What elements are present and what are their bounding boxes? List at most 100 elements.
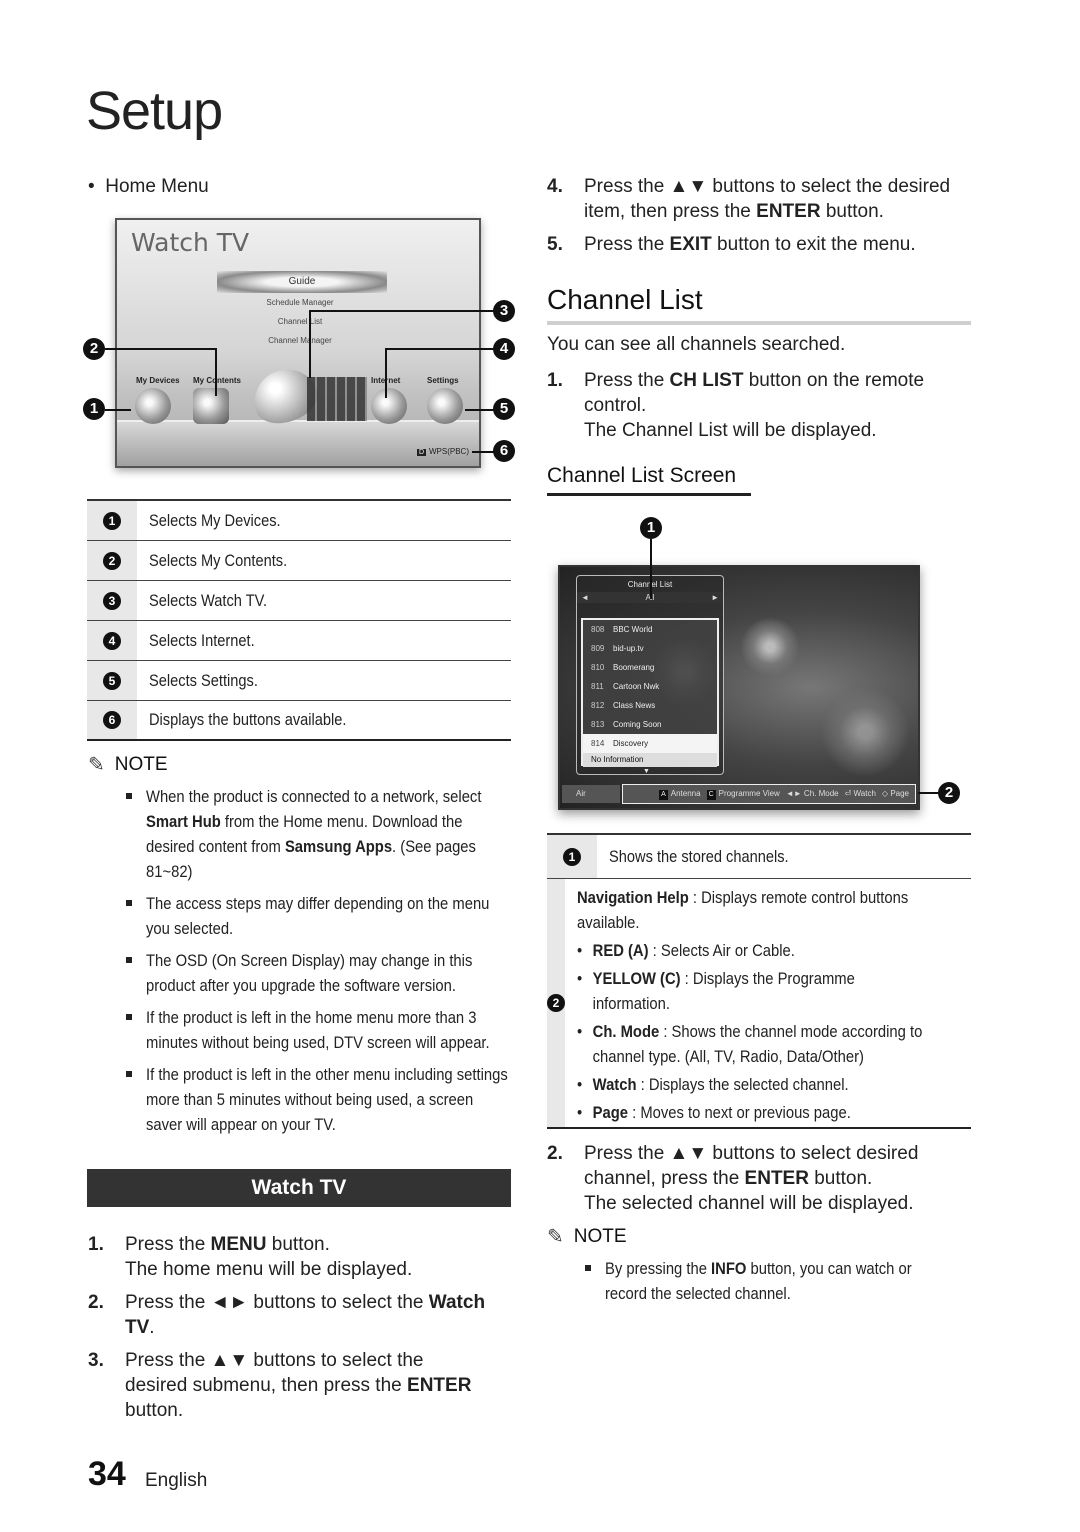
label-my-contents: My Contents bbox=[193, 376, 241, 385]
note-item: If the product is left in the other menu… bbox=[88, 1062, 518, 1137]
gear-icon bbox=[427, 388, 463, 424]
channel-row[interactable]: 812 Class News bbox=[583, 696, 717, 715]
callout-line bbox=[472, 451, 494, 453]
legend-row: 2 Selects My Contents. bbox=[87, 541, 511, 581]
callout-line bbox=[650, 539, 652, 599]
note-list: When the product is connected to a netwo… bbox=[88, 784, 518, 1144]
flower-image bbox=[740, 617, 800, 677]
channel-list-screenshot: Channel List ◄ All ► 808BBC World 809bid… bbox=[558, 565, 920, 810]
channel-row[interactable]: 810 Boomerang bbox=[583, 658, 717, 677]
help-antenna: A Antenna bbox=[659, 789, 701, 800]
right-arrow-icon[interactable]: ► bbox=[711, 593, 719, 602]
pencil-icon: ✎ bbox=[547, 1226, 564, 1248]
step-item: 4. Press the ▲▼ buttons to select the de… bbox=[547, 176, 951, 222]
bullet-icon: • bbox=[88, 176, 106, 197]
disc-icon bbox=[135, 388, 171, 424]
nav-help-bullet: • Watch : Displays the selected channel. bbox=[577, 1075, 849, 1094]
step-item: 1. Press the CH LIST button on the remot… bbox=[547, 370, 925, 441]
note-item: If the product is left in the home menu … bbox=[88, 1005, 518, 1055]
scroll-down-icon[interactable]: ▼ bbox=[643, 768, 650, 775]
watch-tv-steps-continued: 4. Press the ▲▼ buttons to select the de… bbox=[547, 174, 957, 265]
help-ch-mode: ◄► Ch. Mode bbox=[785, 789, 839, 798]
legend-row: 1 Shows the stored channels. bbox=[547, 835, 971, 879]
subheading-rule bbox=[547, 493, 751, 496]
program-info: No Information bbox=[583, 753, 717, 767]
legend-row: 6 Displays the buttons available. bbox=[87, 701, 511, 741]
number-badge: 1 bbox=[563, 847, 581, 866]
left-arrow-icon[interactable]: ◄ bbox=[581, 593, 589, 602]
help-programme-view: C Programme View bbox=[706, 789, 780, 800]
left-right-arrows-icon: ◄► bbox=[785, 789, 802, 798]
number-badge: 3 bbox=[103, 591, 121, 610]
number-badge: 2 bbox=[103, 551, 121, 570]
d-key-icon: D bbox=[416, 449, 426, 456]
callout-line bbox=[465, 409, 494, 411]
label-settings: Settings bbox=[427, 376, 459, 385]
globe-icon bbox=[371, 388, 407, 424]
tv-wall-icon bbox=[307, 377, 367, 421]
note-item: When the product is connected to a netwo… bbox=[88, 784, 518, 884]
callout-line bbox=[309, 310, 494, 312]
watch-tv-steps: 1. Press the MENU button. The home menu … bbox=[88, 1232, 488, 1431]
legend-row: 1 Selects My Devices. bbox=[87, 501, 511, 541]
channel-list-legend-table: 1 Shows the stored channels. 2 Navigatio… bbox=[547, 833, 971, 1129]
film-box-icon bbox=[193, 388, 229, 424]
page-title: Setup bbox=[86, 81, 223, 141]
channel-list-screen-heading: Channel List Screen bbox=[547, 464, 737, 487]
callout-line bbox=[105, 409, 131, 411]
a-key-icon: A bbox=[659, 790, 668, 800]
submenu-channel-manager: Channel Manager bbox=[268, 336, 332, 345]
step-item: 5. Press the EXIT button to exit the men… bbox=[547, 234, 916, 255]
note-item: The access steps may differ depending on… bbox=[88, 891, 518, 941]
heading-rule bbox=[547, 321, 971, 325]
watch-tv-section-heading: Watch TV bbox=[87, 1169, 511, 1207]
page-updown-icon: ◇ bbox=[881, 789, 889, 798]
channel-row[interactable]: 809 bid-up.tv bbox=[583, 639, 717, 658]
navigation-help-bar: A Antenna C Programme View ◄► Ch. Mode ⏎ W… bbox=[622, 784, 916, 804]
nav-help-bullet: • Ch. Mode : Shows the channel mode accor… bbox=[577, 1022, 923, 1066]
step-item: 2. Press the ◄► buttons to select the Wa… bbox=[88, 1292, 486, 1338]
help-watch: ⏎ Watch bbox=[844, 789, 876, 798]
callout-line bbox=[918, 792, 940, 794]
note-header: ✎ NOTE bbox=[547, 1225, 627, 1249]
channel-list-step-1: 1. Press the CH LIST button on the remot… bbox=[547, 368, 957, 451]
callout-2: 2 bbox=[938, 782, 960, 804]
number-badge: 4 bbox=[103, 631, 121, 650]
wps-button-hint: D WPS(PBC) bbox=[416, 447, 469, 456]
callout-line bbox=[385, 348, 494, 350]
legend-row: 4 Selects Internet. bbox=[87, 621, 511, 661]
step-item: 2. Press the ▲▼ buttons to select desire… bbox=[547, 1143, 919, 1214]
channel-row-selected[interactable]: 814 Discovery bbox=[583, 734, 717, 753]
c-key-icon: C bbox=[706, 790, 716, 800]
channel-row[interactable]: 811 Cartoon Nwk bbox=[583, 677, 717, 696]
menu-shelf bbox=[117, 420, 479, 466]
note-list: By pressing the INFO button, you can wat… bbox=[547, 1256, 977, 1313]
callout-line bbox=[309, 310, 311, 378]
channel-row[interactable]: 813 Coming Soon bbox=[583, 715, 717, 734]
callout-1: 1 bbox=[640, 517, 662, 539]
step-item: 1. Press the MENU button. The home menu … bbox=[88, 1234, 413, 1280]
home-menu-label: • Home Menu bbox=[88, 176, 209, 197]
channel-list-panel: Channel List ◄ All ► 808BBC World 809bid… bbox=[576, 575, 724, 775]
callout-5: 5 bbox=[493, 398, 515, 420]
help-page: ◇ Page bbox=[881, 789, 909, 798]
source-indicator: Air bbox=[562, 785, 620, 803]
number-badge: 5 bbox=[103, 671, 121, 690]
legend-row: 3 Selects Watch TV. bbox=[87, 581, 511, 621]
page-number: 34 bbox=[88, 1455, 126, 1493]
submenu-channel-list: Channel List bbox=[277, 317, 323, 326]
channel-list-heading: Channel List bbox=[547, 284, 703, 315]
home-menu-screenshot: Watch TV Guide Schedule Manager Channel … bbox=[115, 218, 481, 468]
pencil-icon: ✎ bbox=[88, 754, 105, 776]
callout-3: 3 bbox=[493, 300, 515, 322]
callout-4: 4 bbox=[493, 338, 515, 360]
nav-help-bullet: • YELLOW (C) : Displays the Programme inf… bbox=[577, 969, 855, 1013]
screen-title: Watch TV bbox=[131, 228, 250, 257]
channel-list-step-2: 2. Press the ▲▼ buttons to select desire… bbox=[547, 1141, 957, 1224]
flower-image bbox=[820, 687, 910, 777]
callout-line bbox=[385, 348, 387, 398]
home-menu-legend-table: 1 Selects My Devices. 2 Selects My Conte… bbox=[87, 499, 511, 741]
nav-help-bullet: • RED (A) : Selects Air or Cable. bbox=[577, 941, 795, 960]
step-item: 3. Press the ▲▼ buttons to select the de… bbox=[88, 1350, 472, 1421]
channel-row[interactable]: 808 BBC World bbox=[583, 620, 717, 639]
